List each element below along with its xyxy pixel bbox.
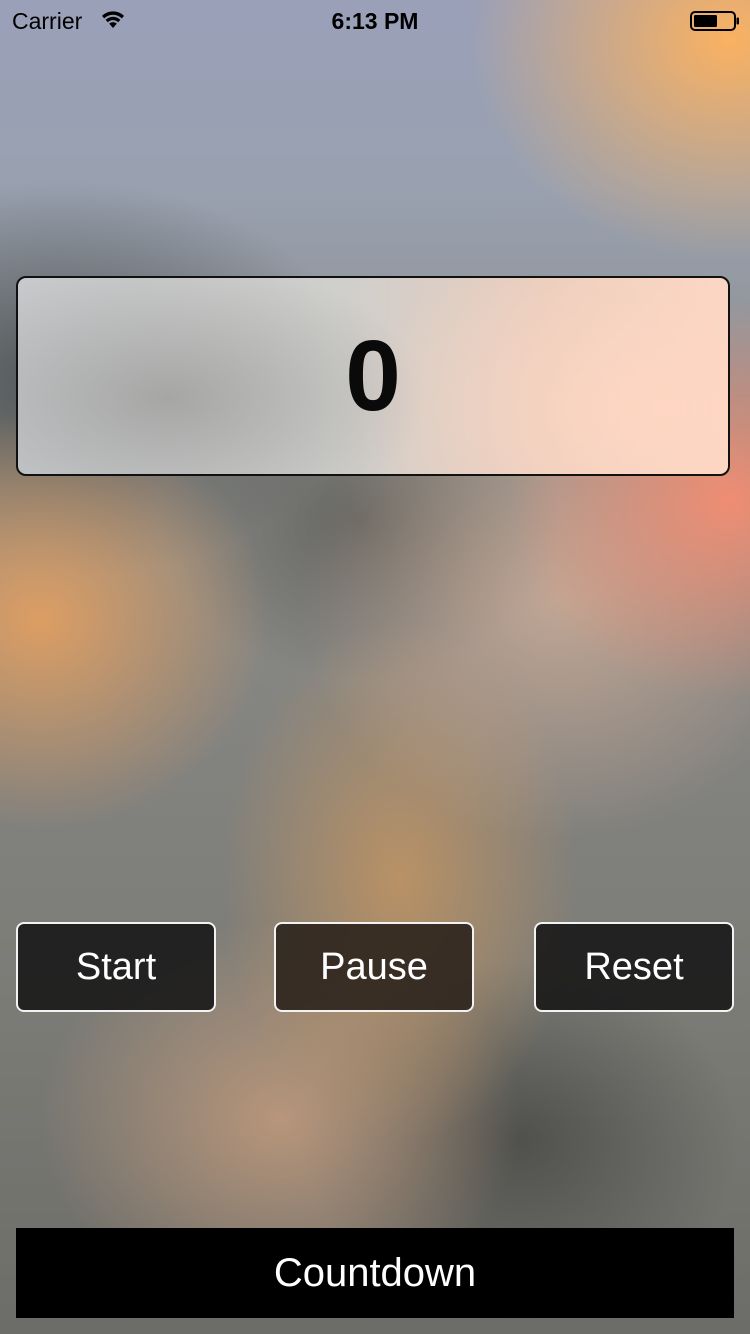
clock-time: 6:13 PM [331,8,419,34]
start-button[interactable]: Start [16,922,216,1012]
counter-display: 0 [16,276,730,476]
reset-button[interactable]: Reset [534,922,734,1012]
battery-icon [690,11,739,31]
blurred-background [0,0,750,1334]
pause-button[interactable]: Pause [274,922,474,1012]
status-bar: Carrier 6:13 PM [0,0,750,40]
countdown-button[interactable]: Countdown [16,1228,734,1318]
counter-value: 0 [345,320,401,432]
